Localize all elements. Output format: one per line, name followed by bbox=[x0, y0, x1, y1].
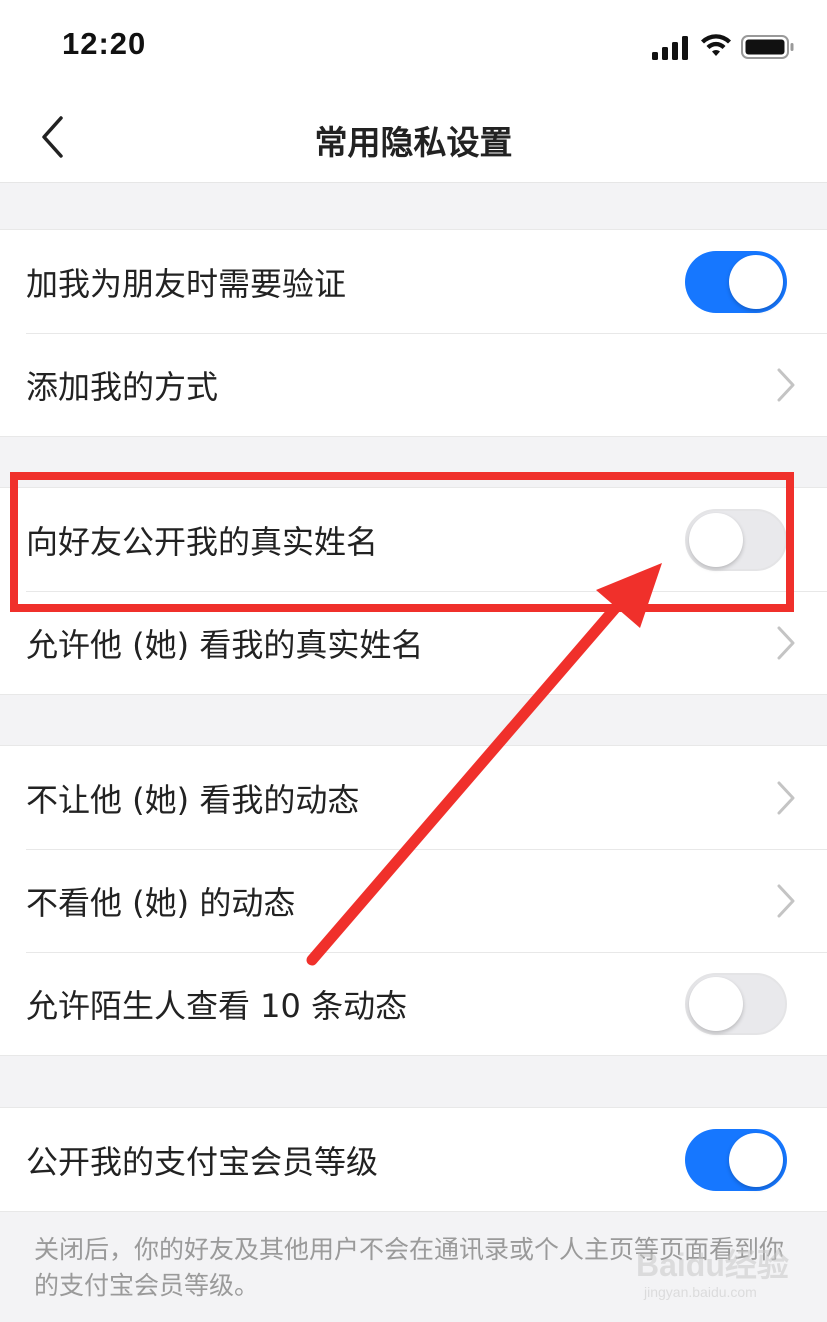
settings-group-moments: 不让他 (她) 看我的动态 不看他 (她) 的动态 允许陌生人查看 10 条动态 bbox=[0, 745, 827, 1056]
setting-label: 添加我的方式 bbox=[26, 367, 219, 406]
membership-level-toggle[interactable] bbox=[685, 1128, 787, 1191]
toggle-knob bbox=[729, 254, 783, 309]
cellular-signal-icon bbox=[652, 36, 688, 60]
watermark-logo: Baidu经验 bbox=[636, 1247, 789, 1283]
baidu-watermark: Baidu经验 jingyan.baidu.com bbox=[636, 1232, 796, 1302]
setting-row-add-methods[interactable]: 添加我的方式 bbox=[0, 333, 827, 436]
setting-row-allow-view-real-name[interactable]: 允许他 (她) 看我的真实姓名 bbox=[0, 591, 827, 694]
settings-group-real-name: 向好友公开我的真实姓名 允许他 (她) 看我的真实姓名 bbox=[0, 487, 827, 695]
page-title: 常用隐私设置 bbox=[314, 123, 513, 162]
chevron-right-icon bbox=[777, 368, 795, 401]
setting-label: 不让他 (她) 看我的动态 bbox=[26, 780, 360, 819]
setting-label: 不看他 (她) 的动态 bbox=[26, 883, 296, 922]
settings-group-membership: 公开我的支付宝会员等级 bbox=[0, 1107, 827, 1212]
verify-friend-toggle[interactable] bbox=[685, 250, 787, 313]
setting-row-verify-friend: 加我为朋友时需要验证 bbox=[0, 230, 827, 333]
chevron-right-icon bbox=[777, 781, 795, 814]
setting-label: 向好友公开我的真实姓名 bbox=[26, 522, 379, 561]
setting-row-show-real-name: 向好友公开我的真实姓名 bbox=[0, 488, 827, 591]
wifi-icon bbox=[701, 34, 731, 56]
chevron-right-icon bbox=[777, 884, 795, 917]
setting-row-hide-my-moments[interactable]: 不让他 (她) 看我的动态 bbox=[0, 746, 827, 849]
setting-row-stranger-moments: 允许陌生人查看 10 条动态 bbox=[0, 952, 827, 1055]
show-real-name-toggle[interactable] bbox=[685, 508, 787, 571]
status-time: 12:20 bbox=[62, 26, 147, 61]
setting-label: 允许陌生人查看 10 条动态 bbox=[26, 986, 408, 1025]
toggle-knob bbox=[689, 976, 743, 1031]
nav-bar: 常用隐私设置 bbox=[0, 92, 827, 183]
stranger-moments-toggle[interactable] bbox=[685, 972, 787, 1035]
chevron-right-icon bbox=[777, 626, 795, 659]
setting-label: 允许他 (她) 看我的真实姓名 bbox=[26, 625, 424, 664]
status-bar: 12:20 bbox=[0, 0, 827, 92]
watermark-url: jingyan.baidu.com bbox=[644, 1284, 757, 1300]
setting-label: 公开我的支付宝会员等级 bbox=[26, 1142, 379, 1181]
setting-row-hide-their-moments[interactable]: 不看他 (她) 的动态 bbox=[0, 849, 827, 952]
setting-row-membership-level: 公开我的支付宝会员等级 bbox=[0, 1108, 827, 1211]
settings-group-friend-verify: 加我为朋友时需要验证 添加我的方式 bbox=[0, 229, 827, 437]
toggle-knob bbox=[689, 512, 743, 567]
setting-label: 加我为朋友时需要验证 bbox=[26, 264, 347, 303]
battery-icon bbox=[741, 35, 794, 59]
toggle-knob bbox=[729, 1132, 783, 1187]
